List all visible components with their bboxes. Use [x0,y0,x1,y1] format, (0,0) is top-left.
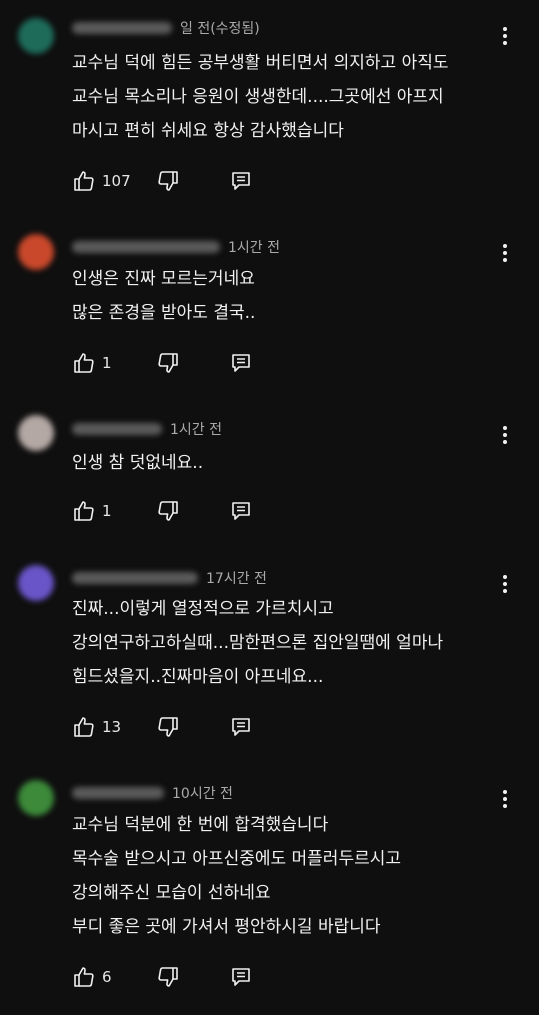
comment-text: 교수님 덕에 힘든 공부생활 버티면서 의지하고 아직도 교수님 목소리나 응원… [72,46,512,148]
comment-line: 많은 존경을 받아도 결국.. [72,303,256,323]
author-name[interactable] [72,423,162,435]
thumb-down-icon [156,169,180,193]
comment-time: 1시간 전 [228,240,280,256]
comment-actions: 1 [72,350,252,376]
thumb-up-icon [72,715,96,739]
avatar[interactable] [18,565,54,601]
more-vert-icon[interactable] [493,423,517,447]
comment-actions: 1 [72,498,252,524]
comment-line: 교수님 덕에 힘든 공부생활 버티면서 의지하고 아직도 [72,53,449,73]
comment-line: 힘드셨을지..진짜마음이 아프네요... [72,667,324,687]
reply-button[interactable] [230,170,252,192]
comment-header: 1시간 전 [72,237,280,257]
avatar[interactable] [18,234,54,270]
reply-button[interactable] [230,966,252,988]
comment-actions: 6 [72,964,252,990]
reply-icon [230,352,252,374]
reply-icon [230,716,252,738]
thumb-up-icon [72,351,96,375]
avatar[interactable] [18,18,54,54]
dislike-button[interactable] [156,169,230,193]
comment-line: 마시고 편히 쉬세요 항상 감사했습니다 [72,121,344,141]
author-name[interactable] [72,572,198,584]
like-button[interactable]: 1 [72,499,112,523]
comment-text: 교수님 덕분에 한 번에 합격했습니다 목수술 받으시고 아프신중에도 머플러두… [72,808,512,944]
reply-icon [230,170,252,192]
thumb-down-icon [156,715,180,739]
reply-button[interactable] [230,352,252,374]
dislike-button[interactable] [156,499,230,523]
comment-header: 1시간 전 [72,419,222,439]
like-count: 107 [102,172,131,190]
like-button[interactable]: 107 [72,169,131,193]
comment-header: 17시간 전 [72,568,267,588]
like-count: 1 [102,502,112,520]
comment-line: 강의연구하고하실때...맘한편으론 집안일땜에 얼마나 [72,633,444,653]
comment-line: 인생 참 덧없네요.. [72,453,204,473]
thumb-down-icon [156,351,180,375]
thumb-up-icon [72,499,96,523]
like-count: 1 [102,354,112,372]
reply-icon [230,966,252,988]
comment-actions: 13 [72,714,252,740]
comment-header: 10시간 전 [72,783,233,803]
thumb-up-icon [72,169,96,193]
like-count: 6 [102,968,112,986]
comment-line: 부디 좋은 곳에 가셔서 평안하시길 바랍니다 [72,917,381,937]
dislike-button[interactable] [156,351,230,375]
reply-icon [230,500,252,522]
reply-button[interactable] [230,716,252,738]
comment-line: 교수님 목소리나 응원이 생생한데....그곳에선 아프지 [72,87,444,107]
like-count: 13 [102,718,122,736]
comment-header: 일 전(수정됨) [72,18,260,38]
comment-time: 17시간 전 [206,571,267,587]
comment-time: 1시간 전 [170,422,222,438]
dislike-button[interactable] [156,715,230,739]
comment-time: 일 전(수정됨) [180,21,260,37]
avatar[interactable] [18,780,54,816]
like-button[interactable]: 13 [72,715,121,739]
comment-text: 진짜...이렇게 열정적으로 가르치시고 강의연구하고하실때...맘한편으론 집… [72,592,512,694]
comment-actions: 107 [72,168,252,194]
comment-line: 인생은 진짜 모르는거네요 [72,269,255,289]
comment-time: 10시간 전 [172,786,233,802]
comment-line: 교수님 덕분에 한 번에 합격했습니다 [72,815,329,835]
thumb-up-icon [72,965,96,989]
thumb-down-icon [156,965,180,989]
author-name[interactable] [72,241,220,253]
like-button[interactable]: 1 [72,351,112,375]
comment-text: 인생은 진짜 모르는거네요 많은 존경을 받아도 결국.. [72,262,512,330]
dislike-button[interactable] [156,965,230,989]
comment-text: 인생 참 덧없네요.. [72,446,512,480]
reply-button[interactable] [230,500,252,522]
like-button[interactable]: 6 [72,965,112,989]
more-vert-icon[interactable] [493,24,517,48]
comment-line: 강의해주신 모습이 선하네요 [72,883,271,903]
comment-line: 목수술 받으시고 아프신중에도 머플러두르시고 [72,849,402,869]
avatar[interactable] [18,415,54,451]
comment-line: 진짜...이렇게 열정적으로 가르치시고 [72,599,334,619]
author-name[interactable] [72,787,164,799]
thumb-down-icon [156,499,180,523]
author-name[interactable] [72,22,172,34]
